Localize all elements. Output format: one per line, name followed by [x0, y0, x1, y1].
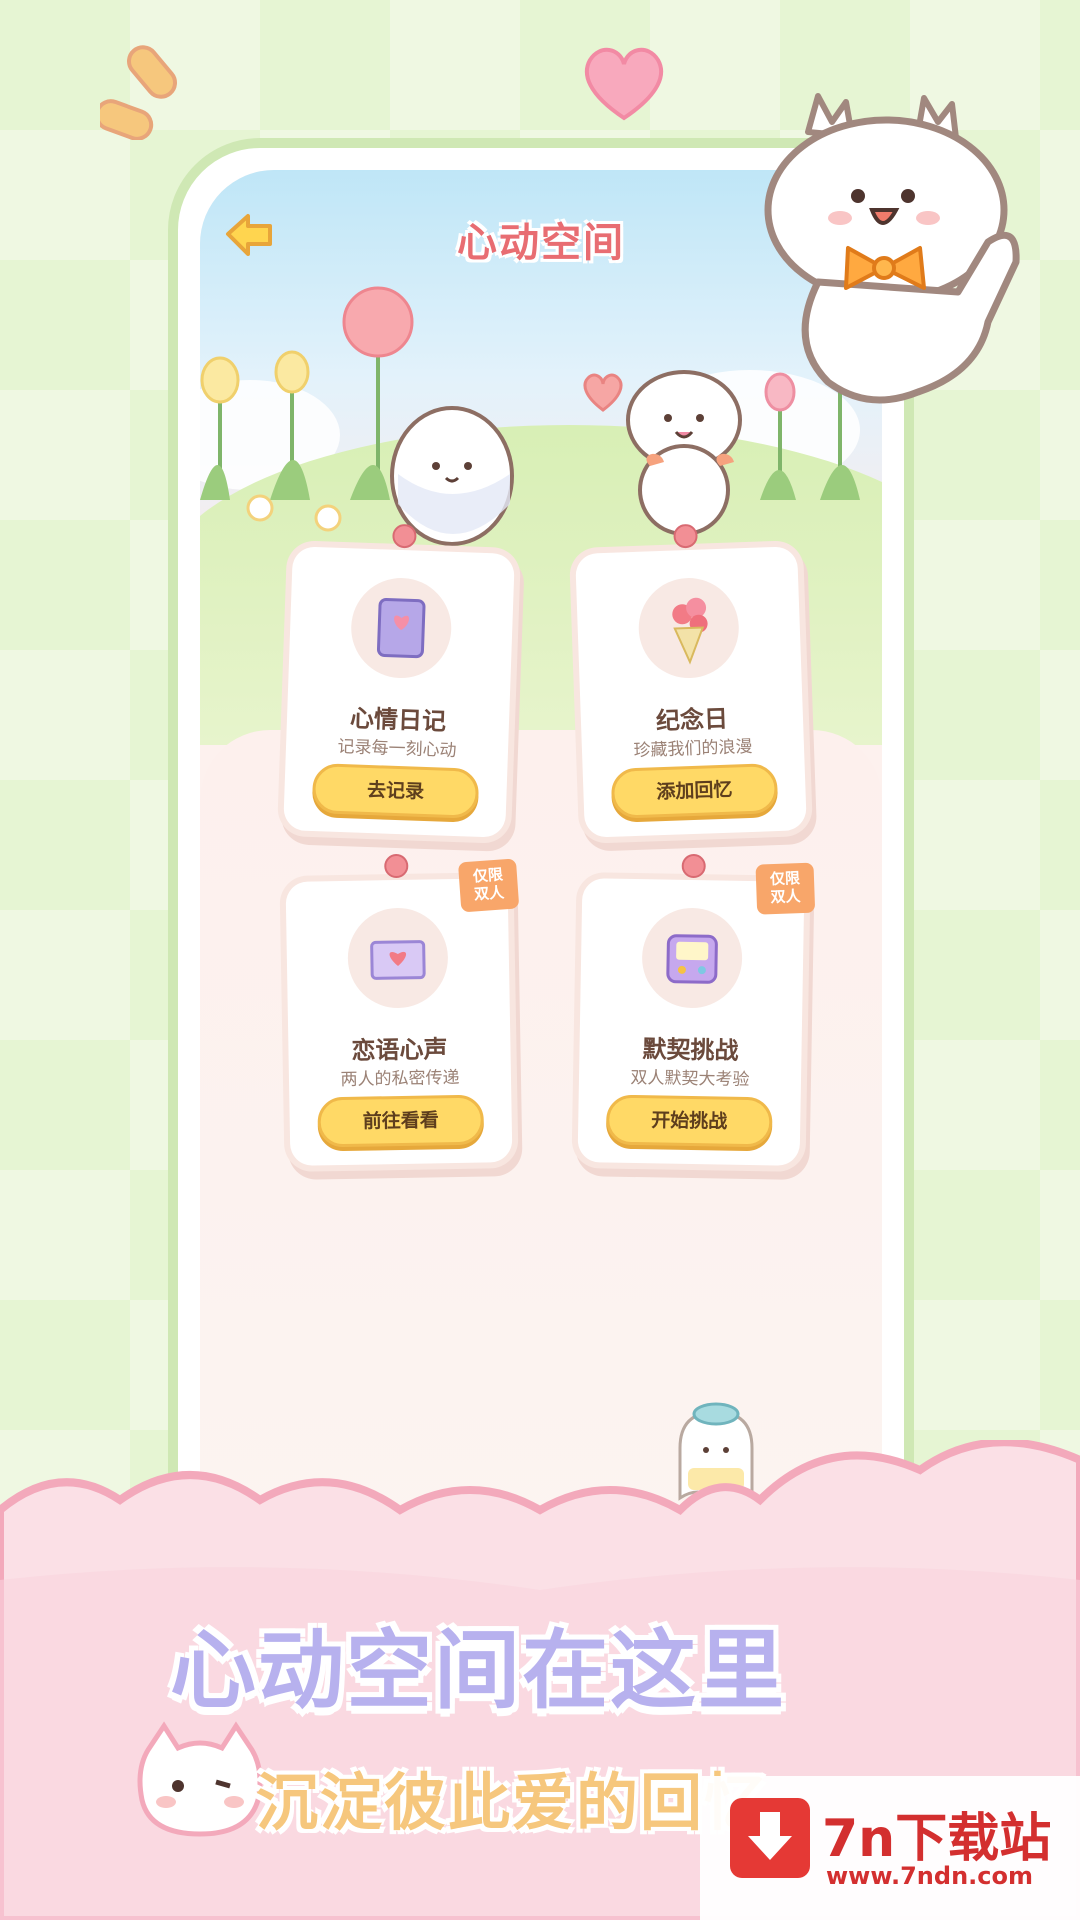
download-arrow-icon [730, 1798, 810, 1878]
card-title: 默契挑战 [642, 1035, 739, 1065]
start-challenge-button[interactable]: 开始挑战 [605, 1094, 773, 1148]
heart-balloon-icon [583, 373, 623, 412]
cat-mascot-illustration [137, 1721, 263, 1837]
game-console-icon [641, 907, 743, 1009]
love-letter-icon [347, 907, 449, 1009]
card-subtitle: 双人默契大考验 [630, 1067, 750, 1091]
card-anniversary[interactable]: 纪念日 珍藏我们的浪漫 添加回忆 [575, 524, 807, 838]
watermark-name: 7n下载站 [822, 1809, 1052, 1869]
heart-decoration-icon [584, 48, 664, 121]
couple-only-badge: 仅限 双人 [457, 858, 520, 913]
promo-subheadline: 沉淀彼此爱的回忆 [256, 1766, 769, 1839]
watermark-url: www.7ndn.com [826, 1862, 1033, 1890]
bouquet-icon [637, 576, 741, 680]
go-record-button[interactable]: 去记录 [311, 763, 480, 819]
add-memory-button[interactable]: 添加回忆 [610, 763, 779, 819]
pin-icon [392, 524, 417, 549]
card-title: 恋语心声 [351, 1035, 448, 1065]
couple-only-badge: 仅限 双人 [755, 862, 816, 915]
watermark: 7n下载站 www.7ndn.com [700, 1776, 1080, 1920]
card-love-whispers[interactable]: 仅限 双人 恋语心声 两人的私密传递 前往看看 [285, 854, 520, 1166]
mood-diary-icon [349, 576, 453, 680]
pin-icon [681, 854, 706, 879]
card-tacit-challenge[interactable]: 仅限 双人 默契挑战 双人默契大考验 开始挑战 [577, 854, 816, 1166]
pin-icon [384, 854, 409, 879]
sparkle-dashes-decoration [100, 45, 177, 140]
deer-mascot-illustration [626, 370, 742, 536]
card-subtitle: 两人的私密传递 [340, 1067, 460, 1091]
card-mood-diary[interactable]: 心情日记 记录每一刻心动 去记录 [283, 524, 515, 838]
promo-headline: 心动空间在这里 [170, 1621, 786, 1721]
deer-mascot-large-illustration [764, 93, 1020, 404]
go-see-button[interactable]: 前往看看 [317, 1094, 485, 1148]
pin-icon [673, 524, 698, 549]
